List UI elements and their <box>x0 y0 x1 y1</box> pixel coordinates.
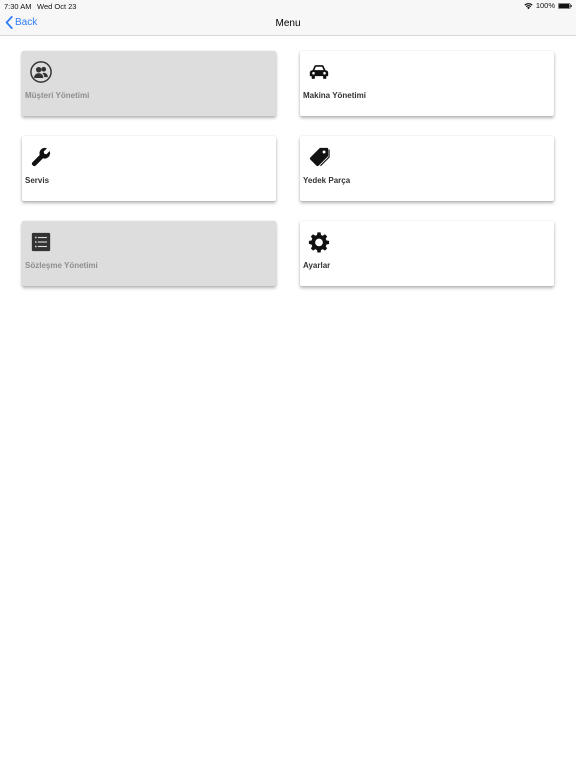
gear-icon <box>308 232 330 253</box>
list-icon <box>31 232 51 252</box>
users-icon <box>30 61 52 83</box>
menu-item-ayarlar[interactable]: Ayarlar <box>300 221 554 286</box>
menu-item-sozlesme-yonetimi[interactable]: Sözleşme Yönetimi <box>22 221 276 286</box>
menu-item-yedek-parca[interactable]: Yedek Parça <box>300 136 554 201</box>
battery-icon <box>558 2 572 9</box>
status-time: 7:30 AM <box>4 1 32 11</box>
menu-item-label: Yedek Parça <box>303 176 351 185</box>
wrench-icon <box>31 147 51 167</box>
menu-item-servis[interactable]: Servis <box>22 136 276 201</box>
battery-percent: 100% <box>535 1 555 10</box>
menu-item-label: Sözleşme Yönetimi <box>25 261 98 270</box>
status-bar: 7:30 AM Wed Oct 23 100% <box>0 0 576 12</box>
car-icon <box>309 65 329 79</box>
status-date: Wed Oct 23 <box>37 1 77 11</box>
menu-item-makina-yonetimi[interactable]: Makina Yönetimi <box>300 51 554 116</box>
navigation-bar: Back Menu <box>0 12 576 36</box>
wifi-icon <box>524 2 533 9</box>
menu-item-label: Servis <box>25 176 50 185</box>
page-title: Menu <box>275 18 301 29</box>
status-indicators: 100% <box>524 1 572 10</box>
tag-icon <box>309 147 330 167</box>
menu-item-musteri-yonetimi[interactable]: Müşteri Yönetimi <box>22 51 276 116</box>
menu-item-label: Müşteri Yönetimi <box>25 91 90 100</box>
menu-item-label: Makina Yönetimi <box>303 91 366 100</box>
menu-item-label: Ayarlar <box>303 261 331 270</box>
